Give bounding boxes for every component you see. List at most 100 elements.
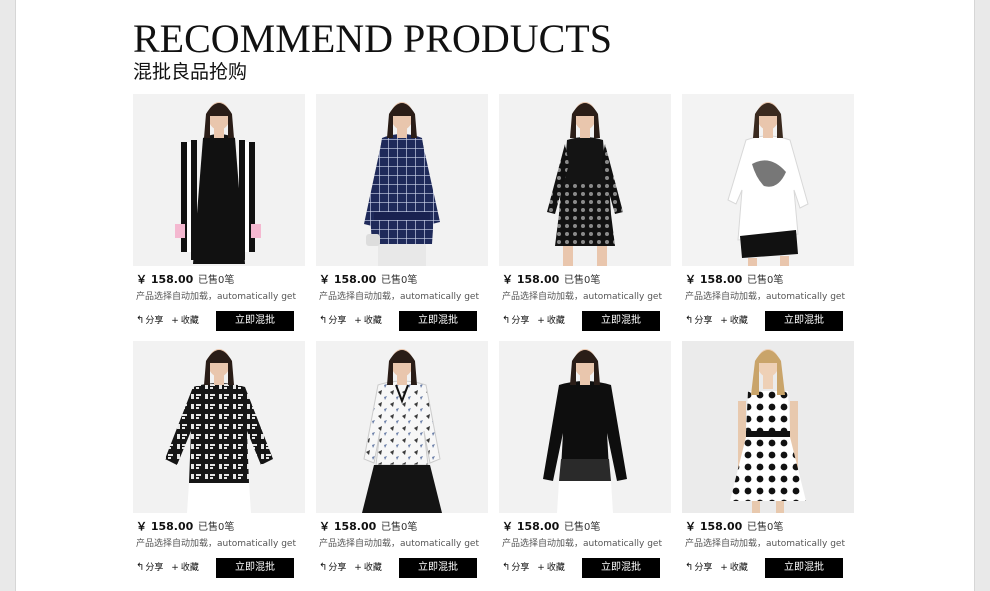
- favorite-label: 收藏: [546, 316, 565, 326]
- sold-count: 已售0笔: [198, 522, 235, 533]
- share-arrow-icon: ↰: [502, 562, 511, 573]
- price-row: ￥ 158.00 已售0笔: [685, 273, 783, 287]
- favorite-button[interactable]: + 收藏: [354, 558, 382, 578]
- buy-now-button[interactable]: 立即混批: [582, 311, 660, 331]
- section-title: RECOMMEND PRODUCTS: [133, 16, 612, 61]
- buy-now-button[interactable]: 立即混批: [765, 558, 843, 578]
- product-card: ￥ 158.00 已售0笔 产品选择自动加载，automatically get …: [133, 341, 305, 588]
- share-arrow-icon: ↰: [319, 562, 328, 573]
- share-button[interactable]: ↰分享: [136, 311, 163, 331]
- action-row: ↰分享 + 收藏 立即混批: [502, 558, 671, 578]
- product-card: ￥ 158.00 已售0笔 产品选择自动加载，automatically get …: [682, 94, 854, 341]
- price: ￥ 158.00: [502, 520, 560, 533]
- plus-icon: +: [720, 563, 728, 573]
- price: ￥ 158.00: [685, 520, 743, 533]
- plus-icon: +: [537, 316, 545, 326]
- favorite-button[interactable]: + 收藏: [171, 558, 199, 578]
- action-row: ↰分享 + 收藏 立即混批: [319, 311, 488, 331]
- sold-count: 已售0笔: [381, 275, 418, 286]
- sold-count: 已售0笔: [381, 522, 418, 533]
- product-card: ￥ 158.00 已售0笔 产品选择自动加载，automatically get …: [133, 94, 305, 341]
- product-description: 产品选择自动加载，automatically get: [502, 539, 662, 549]
- share-button[interactable]: ↰分享: [502, 558, 529, 578]
- favorite-button[interactable]: + 收藏: [354, 311, 382, 331]
- share-label: 分享: [511, 316, 530, 326]
- price: ￥ 158.00: [319, 273, 377, 286]
- sold-count: 已售0笔: [747, 275, 784, 286]
- action-row: ↰分享 + 收藏 立即混批: [685, 558, 854, 578]
- price-row: ￥ 158.00 已售0笔: [502, 273, 600, 287]
- price-row: ￥ 158.00 已售0笔: [685, 520, 783, 534]
- favorite-button[interactable]: + 收藏: [720, 311, 748, 331]
- product-description: 产品选择自动加载，automatically get: [319, 539, 479, 549]
- plus-icon: +: [354, 316, 362, 326]
- action-row: ↰分享 + 收藏 立即混批: [685, 311, 854, 331]
- favorite-label: 收藏: [729, 563, 748, 573]
- share-arrow-icon: ↰: [685, 315, 694, 326]
- price-row: ￥ 158.00 已售0笔: [319, 520, 417, 534]
- product-grid: ￥ 158.00 已售0笔 产品选择自动加载，automatically get …: [133, 94, 854, 588]
- favorite-label: 收藏: [546, 563, 565, 573]
- sold-count: 已售0笔: [564, 522, 601, 533]
- buy-now-button[interactable]: 立即混批: [216, 311, 294, 331]
- product-image[interactable]: [316, 94, 488, 266]
- buy-now-button[interactable]: 立即混批: [216, 558, 294, 578]
- action-row: ↰分享 + 收藏 立即混批: [136, 558, 305, 578]
- product-image[interactable]: [499, 341, 671, 513]
- favorite-button[interactable]: + 收藏: [537, 558, 565, 578]
- buy-now-button[interactable]: 立即混批: [582, 558, 660, 578]
- product-description: 产品选择自动加载，automatically get: [502, 292, 662, 302]
- product-image[interactable]: [316, 341, 488, 513]
- plus-icon: +: [171, 316, 179, 326]
- price: ￥ 158.00: [136, 520, 194, 533]
- favorite-button[interactable]: + 收藏: [171, 311, 199, 331]
- share-button[interactable]: ↰分享: [319, 558, 346, 578]
- favorite-label: 收藏: [363, 563, 382, 573]
- product-card: ￥ 158.00 已售0笔 产品选择自动加载，automatically get …: [499, 94, 671, 341]
- section-subtitle: 混批良品抢购: [133, 61, 248, 83]
- page-container: RECOMMEND PRODUCTS 混批良品抢购 ￥ 158.00 已售0笔 …: [15, 0, 975, 591]
- plus-icon: +: [537, 563, 545, 573]
- product-image[interactable]: [682, 94, 854, 266]
- share-button[interactable]: ↰分享: [685, 558, 712, 578]
- favorite-label: 收藏: [180, 316, 199, 326]
- favorite-button[interactable]: + 收藏: [720, 558, 748, 578]
- sold-count: 已售0笔: [198, 275, 235, 286]
- product-image[interactable]: [133, 94, 305, 266]
- share-arrow-icon: ↰: [502, 315, 511, 326]
- buy-now-button[interactable]: 立即混批: [399, 558, 477, 578]
- share-arrow-icon: ↰: [319, 315, 328, 326]
- action-row: ↰分享 + 收藏 立即混批: [502, 311, 671, 331]
- share-button[interactable]: ↰分享: [136, 558, 163, 578]
- product-image[interactable]: [682, 341, 854, 513]
- share-label: 分享: [694, 316, 713, 326]
- share-arrow-icon: ↰: [685, 562, 694, 573]
- share-label: 分享: [511, 563, 530, 573]
- share-button[interactable]: ↰分享: [685, 311, 712, 331]
- share-label: 分享: [328, 316, 347, 326]
- favorite-label: 收藏: [180, 563, 199, 573]
- product-description: 产品选择自动加载，automatically get: [319, 292, 479, 302]
- share-arrow-icon: ↰: [136, 315, 145, 326]
- share-button[interactable]: ↰分享: [319, 311, 346, 331]
- buy-now-button[interactable]: 立即混批: [765, 311, 843, 331]
- share-button[interactable]: ↰分享: [502, 311, 529, 331]
- sold-count: 已售0笔: [747, 522, 784, 533]
- price-row: ￥ 158.00 已售0笔: [502, 520, 600, 534]
- share-label: 分享: [145, 316, 164, 326]
- buy-now-button[interactable]: 立即混批: [399, 311, 477, 331]
- sold-count: 已售0笔: [564, 275, 601, 286]
- favorite-label: 收藏: [363, 316, 382, 326]
- price: ￥ 158.00: [319, 520, 377, 533]
- product-description: 产品选择自动加载，automatically get: [136, 292, 296, 302]
- share-arrow-icon: ↰: [136, 562, 145, 573]
- favorite-button[interactable]: + 收藏: [537, 311, 565, 331]
- product-image[interactable]: [499, 94, 671, 266]
- product-description: 产品选择自动加载，automatically get: [136, 539, 296, 549]
- product-description: 产品选择自动加载，automatically get: [685, 292, 845, 302]
- product-card: ￥ 158.00 已售0笔 产品选择自动加载，automatically get …: [316, 94, 488, 341]
- price-row: ￥ 158.00 已售0笔: [136, 273, 234, 287]
- product-image[interactable]: [133, 341, 305, 513]
- favorite-label: 收藏: [729, 316, 748, 326]
- plus-icon: +: [171, 563, 179, 573]
